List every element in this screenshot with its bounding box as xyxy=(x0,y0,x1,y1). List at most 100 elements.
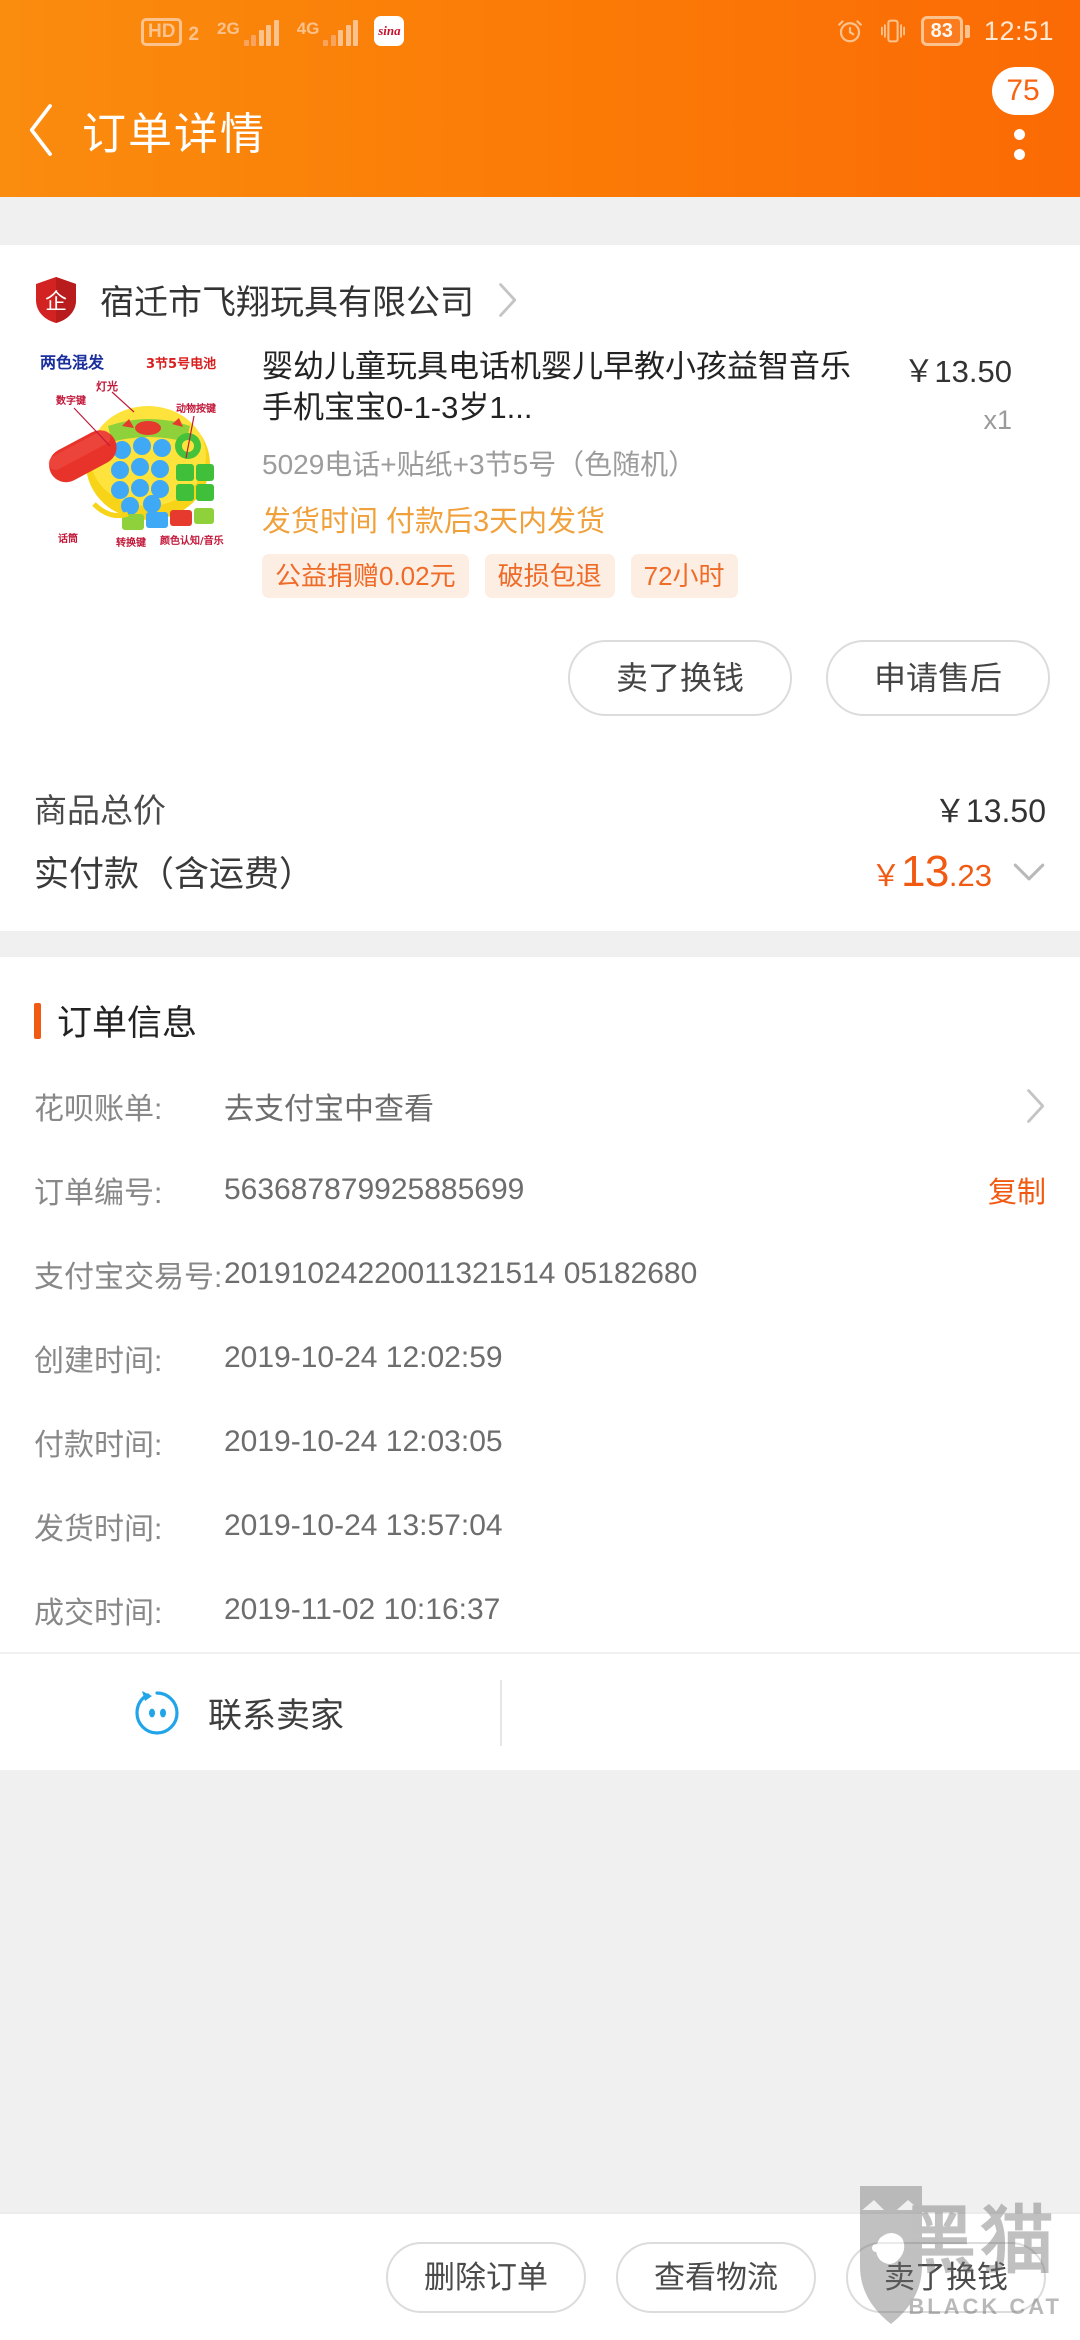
page-title: 订单详情 xyxy=(82,109,266,159)
signal-group-1: 2G xyxy=(217,20,279,46)
sell-for-cash-bottom-button[interactable]: 卖了换钱 xyxy=(846,2241,1046,2313)
svg-text:企: 企 xyxy=(45,290,67,315)
chevron-down-icon[interactable] xyxy=(1012,861,1046,883)
chevron-right-icon xyxy=(1027,1089,1045,1124)
battery-tip xyxy=(964,24,970,38)
info-key: 支付宝交易号: xyxy=(34,1261,223,1295)
nav-bar: 订单详情 75 xyxy=(0,62,1080,197)
product-card: 企 宿迁市飞翔玩具有限公司 两色混发 3节5号电池 灯光 数字键 动物按键 话筒… xyxy=(0,245,1080,932)
info-value: 563687879925885699 xyxy=(224,1173,525,1207)
product-title-price-row: 婴幼儿童玩具电话机婴儿早教小孩益智音乐手机宝宝0-1-3岁1... ￥13.50… xyxy=(262,346,1050,436)
info-row-order-number: 订单编号: 563687879925885699 复制 xyxy=(0,1148,1080,1232)
svg-text:3节5号电池: 3节5号电池 xyxy=(146,356,216,372)
enterprise-shield-icon: 企 xyxy=(34,276,78,324)
paid-amount-decimal: .23 xyxy=(948,857,992,893)
shop-row[interactable]: 企 宿迁市飞翔玩具有限公司 xyxy=(0,245,1080,332)
info-value: 2019-10-24 12:03:05 xyxy=(224,1425,503,1459)
svg-text:数字键: 数字键 xyxy=(56,394,87,407)
info-key: 成交时间: xyxy=(34,1597,163,1631)
info-row-create-time: 创建时间: 2019-10-24 12:02:59 xyxy=(0,1316,1080,1400)
section-gap-3 xyxy=(0,1770,1080,1931)
product-action-row: 卖了换钱 申请售后 xyxy=(0,598,1080,756)
sell-for-cash-button[interactable]: 卖了换钱 xyxy=(567,640,792,717)
status-bar-right: 83 12:51 xyxy=(835,16,1054,47)
network-type-2g-label: 2G xyxy=(217,19,240,38)
hd-icon: HD xyxy=(141,18,183,46)
svg-text:转换键: 转换键 xyxy=(116,536,147,549)
paid-amount-row[interactable]: 实付款（含运费） ￥ 13 .23 xyxy=(34,836,1046,901)
info-row-ship-time: 发货时间: 2019-10-24 13:57:04 xyxy=(0,1484,1080,1568)
product-tag: 72小时 xyxy=(630,553,738,599)
info-value: 2019-10-24 12:02:59 xyxy=(224,1341,503,1375)
paid-amount-integer: 13 xyxy=(900,846,949,896)
product-info: 婴幼儿童玩具电话机婴儿早教小孩益智音乐手机宝宝0-1-3岁1... ￥13.50… xyxy=(262,346,1050,599)
wangwang-icon xyxy=(135,1691,179,1735)
vibrate-icon xyxy=(880,19,905,43)
battery-level-label: 83 xyxy=(920,16,963,46)
svg-text:两色混发: 两色混发 xyxy=(40,353,105,372)
section-gap-1 xyxy=(0,197,1080,245)
svg-text:灯光: 灯光 xyxy=(96,379,118,393)
product-row[interactable]: 两色混发 3节5号电池 灯光 数字键 动物按键 话筒 转换键 颜色认知/音乐 婴… xyxy=(0,332,1080,599)
bottom-action-bar: 删除订单 查看物流 卖了换钱 xyxy=(0,2212,1080,2340)
info-row-complete-time: 成交时间: 2019-11-02 10:16:37 xyxy=(0,1568,1080,1652)
paid-currency-symbol: ￥ xyxy=(870,859,901,893)
signal-group-2: 4G xyxy=(297,20,359,46)
status-bar-clock: 12:51 xyxy=(983,15,1054,46)
signal-bars-icon-2 xyxy=(323,20,359,46)
info-row-pay-time: 付款时间: 2019-10-24 12:03:05 xyxy=(0,1400,1080,1484)
svg-text:动物按键: 动物按键 xyxy=(176,402,217,415)
total-price-value: ￥13.50 xyxy=(933,793,1046,830)
apply-after-sales-button[interactable]: 申请售后 xyxy=(825,640,1050,717)
product-thumbnail: 两色混发 3节5号电池 灯光 数字键 动物按键 话筒 转换键 颜色认知/音乐 xyxy=(30,346,234,550)
notification-badge[interactable]: 75 xyxy=(992,66,1054,115)
alarm-clock-icon xyxy=(837,20,862,43)
info-key: 发货时间: xyxy=(34,1513,163,1547)
network-type-4g-label: 4G xyxy=(296,19,320,38)
section-accent-bar xyxy=(34,1002,41,1039)
price-summary: 商品总价 ￥13.50 实付款（含运费） ￥ 13 .23 xyxy=(0,756,1080,931)
total-price-row: 商品总价 ￥13.50 xyxy=(34,762,1046,836)
view-logistics-button[interactable]: 查看物流 xyxy=(616,2241,816,2313)
delete-order-button[interactable]: 删除订单 xyxy=(386,2241,586,2313)
order-info-card: 订单信息 花呗账单: 去支付宝中查看 订单编号: 563687879925885… xyxy=(0,957,1080,1771)
svg-text:话筒: 话筒 xyxy=(58,532,78,545)
sina-weibo-icon: sina xyxy=(374,16,405,46)
order-info-header: 订单信息 xyxy=(0,957,1080,1064)
product-price-column: ￥13.50 x1 xyxy=(862,346,1012,436)
sim-number-icon: 2 xyxy=(188,24,200,45)
paid-amount-value: ￥ 13 .23 xyxy=(871,847,992,897)
product-price: ￥13.50 xyxy=(903,354,1012,389)
signal-bars-icon-1 xyxy=(243,20,279,46)
product-tag: 公益捐赠0.02元 xyxy=(262,553,469,599)
info-row-huabei[interactable]: 花呗账单: 去支付宝中查看 xyxy=(0,1064,1080,1148)
contact-seller-label: 联系卖家 xyxy=(208,1696,344,1735)
info-key: 付款时间: xyxy=(34,1429,163,1463)
info-value: 2019-11-02 10:16:37 xyxy=(224,1593,501,1627)
back-chevron-icon[interactable] xyxy=(26,101,60,159)
copy-order-number-button[interactable]: 复制 xyxy=(988,1169,1046,1211)
battery-icon: 83 xyxy=(920,16,970,46)
paid-amount-label: 实付款（含运费） xyxy=(34,855,315,895)
chevron-right-icon xyxy=(499,282,517,317)
more-vertical-icon[interactable] xyxy=(1014,128,1025,169)
total-price-label: 商品总价 xyxy=(34,792,166,830)
product-shipping-note: 发货时间 付款后3天内发货 xyxy=(262,505,606,538)
contact-seller-row[interactable]: 联系卖家 xyxy=(0,1652,1080,1770)
product-tag-row: 公益捐赠0.02元 破损包退 72小时 xyxy=(262,553,1050,599)
svg-text:颜色认知/音乐: 颜色认知/音乐 xyxy=(160,534,224,547)
info-value: 20191024220011321514 05182680 xyxy=(224,1257,698,1291)
info-key: 花呗账单: xyxy=(34,1093,163,1127)
info-value: 去支付宝中查看 xyxy=(224,1093,434,1127)
info-value: 2019-10-24 13:57:04 xyxy=(224,1509,503,1543)
info-row-alipay-transaction: 支付宝交易号: 20191024220011321514 05182680 xyxy=(0,1232,1080,1316)
status-bar: HD 2 2G 4G sina 83 12:51 xyxy=(0,0,1080,62)
product-tag: 破损包退 xyxy=(484,553,615,599)
product-title: 婴幼儿童玩具电话机婴儿早教小孩益智音乐手机宝宝0-1-3岁1... xyxy=(262,349,851,426)
product-sku: 5029电话+贴纸+3节5号（色随机） xyxy=(262,449,697,480)
nav-right-group: 75 xyxy=(984,66,1054,185)
product-quantity: x1 xyxy=(983,405,1012,435)
status-bar-left: HD 2 2G 4G sina xyxy=(141,16,405,46)
contact-divider xyxy=(500,1680,502,1747)
order-detail-screen: HD 2 2G 4G sina 83 12:51 订单详情 75 企 宿迁市飞翔… xyxy=(0,0,1080,2340)
